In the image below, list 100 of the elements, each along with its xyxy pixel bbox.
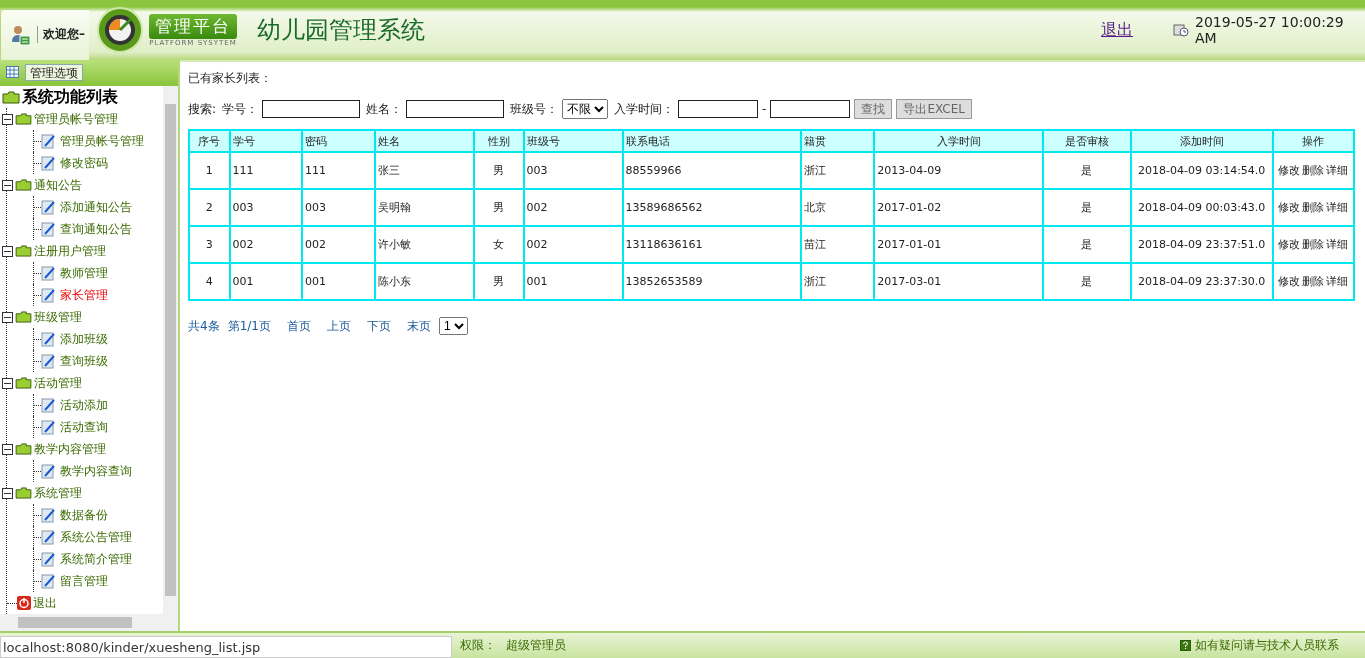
- tree-item[interactable]: 查询通知公告: [60, 220, 132, 238]
- search-button[interactable]: 导出EXCEL: [896, 99, 972, 119]
- table-cell: 是: [1042, 189, 1131, 226]
- folder-icon: [15, 443, 32, 455]
- table-cell: 88559966: [622, 152, 801, 189]
- total-count: 共4条: [188, 317, 220, 335]
- tree-group-item[interactable]: 系统管理: [34, 484, 82, 502]
- page-select[interactable]: 1: [438, 317, 468, 335]
- tree-group-item[interactable]: 班级管理: [34, 308, 82, 326]
- manage-options-tab[interactable]: 管理选项: [25, 63, 83, 81]
- date-field[interactable]: [770, 100, 851, 118]
- input-field[interactable]: [406, 100, 505, 118]
- folder-icon: [15, 245, 32, 257]
- collapse-toggle-icon[interactable]: [2, 377, 13, 389]
- browser-status-url: localhost:8080/kinder/xuesheng_list.jsp: [0, 636, 452, 658]
- table-cell: 浙江: [800, 152, 875, 189]
- table-cell: 13589686562: [622, 189, 801, 226]
- search-button[interactable]: 查找: [854, 99, 893, 119]
- note-pencil-icon: [41, 463, 56, 479]
- note-pencil-icon: [41, 573, 56, 589]
- table-cell: 男: [473, 189, 524, 226]
- tree-item[interactable]: 添加通知公告: [60, 198, 132, 216]
- input-field[interactable]: [262, 100, 361, 118]
- collapse-toggle-icon[interactable]: [2, 311, 13, 323]
- row-action-link[interactable]: 详细: [1326, 163, 1349, 178]
- column-header: 序号: [189, 130, 230, 152]
- tree-item[interactable]: 活动查询: [60, 418, 108, 436]
- row-action-link[interactable]: 删除: [1302, 163, 1325, 178]
- page-link[interactable]: 末页: [406, 317, 431, 335]
- row-action-link[interactable]: 详细: [1326, 237, 1349, 252]
- tree-group-item[interactable]: 教学内容管理: [34, 440, 106, 458]
- field-label: 班级号：: [510, 100, 559, 118]
- table-cell: 1: [189, 152, 230, 189]
- collapse-toggle-icon[interactable]: [2, 113, 13, 125]
- table-cell: 4: [189, 263, 230, 300]
- power-icon: [17, 596, 31, 610]
- table-cell: 003: [523, 152, 623, 189]
- tree-item[interactable]: 系统简介管理: [60, 550, 132, 568]
- table-cell: 许小敏: [374, 226, 474, 263]
- column-header: 是否审核: [1042, 130, 1131, 152]
- tree-item[interactable]: 添加班级: [60, 330, 108, 348]
- tree-item[interactable]: 管理员帐号管理: [60, 132, 144, 150]
- vertical-scrollbar[interactable]: [163, 86, 178, 614]
- table-cell: 2018-04-09 00:03:43.0: [1130, 189, 1273, 226]
- tree-group-item[interactable]: 活动管理: [34, 374, 82, 392]
- row-action-link[interactable]: 详细: [1326, 274, 1349, 289]
- date-field[interactable]: [678, 100, 759, 118]
- datetime-text: 2019-05-27 10:00:29 AM: [1195, 14, 1345, 46]
- table-cell: 女: [473, 226, 524, 263]
- tree-item[interactable]: 数据备份: [60, 506, 108, 524]
- row-action-link[interactable]: 修改: [1278, 237, 1301, 252]
- permission-value: 超级管理员: [506, 637, 566, 654]
- collapse-toggle-icon[interactable]: [2, 487, 13, 499]
- list-heading: 已有家长列表：: [188, 70, 273, 87]
- note-pencil-icon: [41, 265, 56, 281]
- tree-item[interactable]: 退出: [33, 594, 57, 612]
- tree-item[interactable]: 留言管理: [60, 572, 108, 590]
- user-icon: [11, 23, 31, 46]
- logo-title: 管理平台: [149, 13, 237, 39]
- folder-icon: [2, 90, 20, 104]
- tree-item[interactable]: 查询班级: [60, 352, 108, 370]
- collapse-toggle-icon[interactable]: [2, 443, 13, 455]
- note-pencil-icon: [41, 287, 56, 303]
- tree-item[interactable]: 活动添加: [60, 396, 108, 414]
- row-action-link[interactable]: 删除: [1302, 237, 1325, 252]
- horizontal-scrollbar[interactable]: [0, 614, 178, 631]
- row-action-link[interactable]: 删除: [1302, 200, 1325, 215]
- page-link[interactable]: 首页: [286, 317, 311, 335]
- logout-link[interactable]: 退出: [1101, 19, 1133, 41]
- row-action-link[interactable]: 修改: [1278, 200, 1301, 215]
- column-header: 入学时间: [874, 130, 1043, 152]
- tree-item[interactable]: 家长管理: [60, 286, 108, 304]
- tree-group-item[interactable]: 注册用户管理: [34, 242, 106, 260]
- table-cell: 002: [302, 226, 375, 263]
- collapse-toggle-icon[interactable]: [2, 245, 13, 257]
- table-cell: 苗江: [800, 226, 875, 263]
- column-header: 学号: [229, 130, 303, 152]
- page-link[interactable]: 上页: [326, 317, 351, 335]
- column-header: 班级号: [523, 130, 623, 152]
- row-action-link[interactable]: 删除: [1302, 274, 1325, 289]
- clock-icon: [1173, 23, 1189, 37]
- table-cell: 陈小东: [374, 263, 474, 300]
- tree-item[interactable]: 系统公告管理: [60, 528, 132, 546]
- tree-group-item[interactable]: 通知公告: [34, 176, 82, 194]
- collapse-toggle-icon[interactable]: [2, 179, 13, 191]
- row-action-link[interactable]: 修改: [1278, 274, 1301, 289]
- class-select[interactable]: 不限: [562, 99, 609, 119]
- tree-item[interactable]: 修改密码: [60, 154, 108, 172]
- table-cell: 2013-04-09: [874, 152, 1043, 189]
- row-action-link[interactable]: 详细: [1326, 200, 1349, 215]
- page-link[interactable]: 下页: [366, 317, 391, 335]
- note-pencil-icon: [41, 419, 56, 435]
- table-cell: 北京: [800, 189, 875, 226]
- tree-item[interactable]: 教学内容查询: [60, 462, 132, 480]
- note-pencil-icon: [41, 397, 56, 413]
- tree-group-item[interactable]: 管理员帐号管理: [34, 110, 118, 128]
- row-action-link[interactable]: 修改: [1278, 163, 1301, 178]
- tree-item[interactable]: 教师管理: [60, 264, 108, 282]
- table-cell: 003: [302, 189, 375, 226]
- column-header: 添加时间: [1130, 130, 1273, 152]
